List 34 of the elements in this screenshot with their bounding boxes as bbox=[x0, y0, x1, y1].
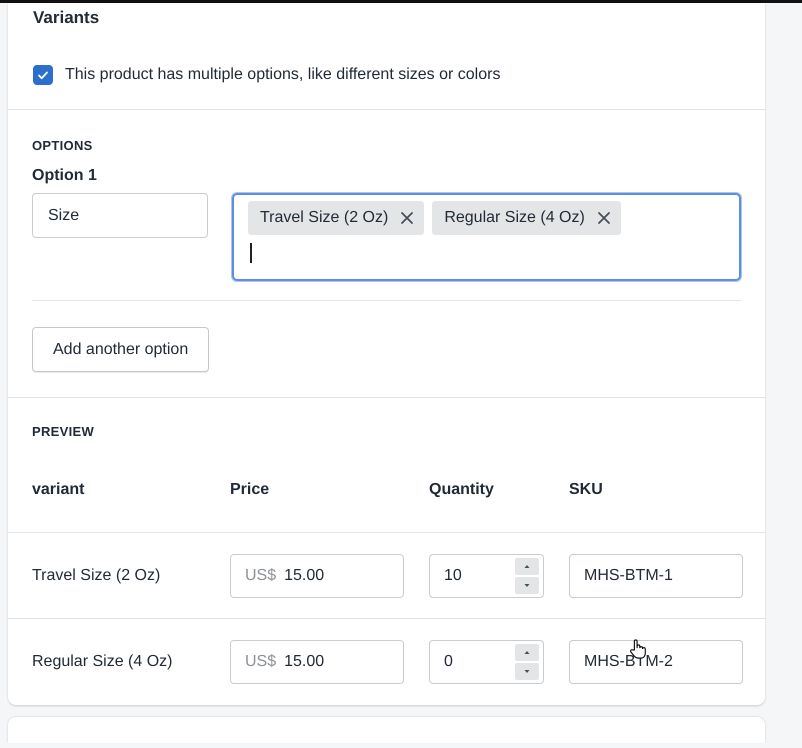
column-header: SKU bbox=[569, 481, 604, 500]
decrement-icon[interactable] bbox=[515, 663, 539, 680]
sku-field[interactable]: MHS-BTM-1 bbox=[569, 554, 743, 598]
price-value: 15.00 bbox=[284, 653, 324, 672]
option-values-field[interactable]: Travel Size (2 Oz) Regular Size (4 Oz) bbox=[232, 193, 741, 282]
option-label: Option 1 bbox=[32, 167, 98, 186]
price-field[interactable]: US$ 15.00 bbox=[230, 554, 404, 598]
checkbox-label: This product has multiple options, like different sizes or colors bbox=[65, 66, 500, 84]
quantity-field[interactable]: 0 bbox=[429, 640, 544, 684]
tag-label: Travel Size (2 Oz) bbox=[260, 209, 388, 228]
price-value: 15.00 bbox=[284, 566, 324, 585]
column-header: Quantity bbox=[429, 481, 495, 500]
variant-name: Regular Size (4 Oz) bbox=[32, 653, 174, 672]
column-header: Price bbox=[230, 481, 270, 500]
checkbox[interactable] bbox=[33, 65, 53, 86]
option-name-field[interactable]: Size bbox=[32, 193, 208, 238]
column-header: variant bbox=[32, 481, 86, 500]
add-option-button[interactable]: Add another option bbox=[32, 327, 210, 372]
section-heading: OPTIONS bbox=[32, 138, 94, 154]
variant-name: Travel Size (2 Oz) bbox=[32, 566, 162, 585]
section-title: Variants bbox=[33, 8, 100, 28]
text-cursor-icon bbox=[250, 243, 252, 264]
quantity-value: 0 bbox=[444, 653, 453, 672]
section-heading: PREVIEW bbox=[31, 424, 96, 440]
quantity-field[interactable]: 10 bbox=[429, 554, 544, 598]
sku-field[interactable]: MHS-BTM-2 bbox=[569, 640, 743, 684]
price-field[interactable]: US$ 15.00 bbox=[230, 640, 404, 684]
currency-prefix: US$ bbox=[245, 566, 276, 585]
quantity-value: 10 bbox=[444, 566, 462, 585]
currency-prefix: US$ bbox=[245, 653, 276, 672]
decrement-icon[interactable] bbox=[515, 576, 539, 594]
increment-icon[interactable] bbox=[515, 644, 539, 662]
tag-label: Regular Size (4 Oz) bbox=[444, 209, 585, 228]
increment-icon[interactable] bbox=[515, 558, 539, 575]
